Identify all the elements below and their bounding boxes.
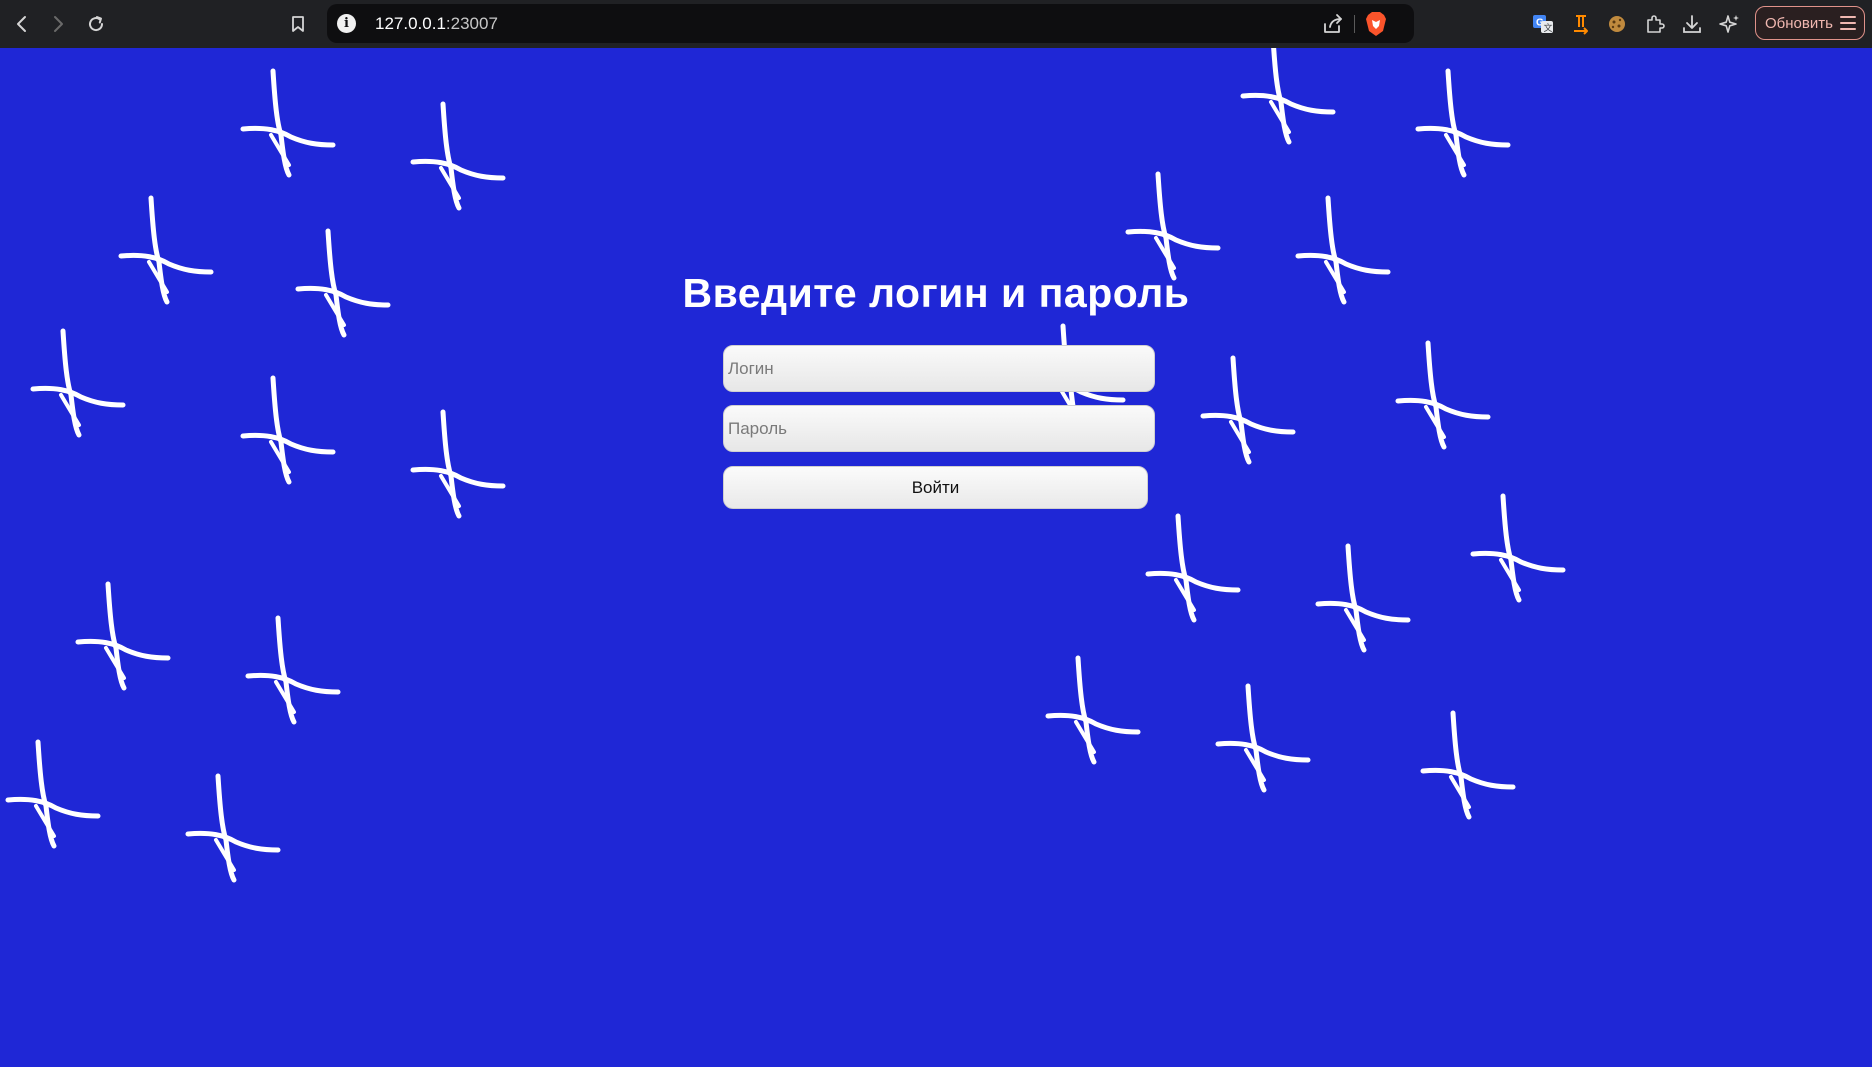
sparkle-decoration	[1420, 710, 1516, 820]
sparkle-decoration	[185, 773, 281, 883]
text-extension-button[interactable]	[1567, 10, 1595, 38]
sparkle-decoration	[1045, 655, 1141, 765]
leo-ai-button[interactable]	[1716, 10, 1744, 38]
downloads-button[interactable]	[1678, 10, 1706, 38]
sparkle-decoration	[1125, 171, 1221, 281]
paragraph-arrow-icon	[1574, 15, 1588, 35]
chevron-left-icon	[17, 16, 26, 32]
page-title: Введите логин и пароль	[682, 270, 1190, 316]
sparkle-decoration	[1395, 340, 1491, 450]
sparkle-decoration	[410, 101, 506, 211]
sparkle-decoration	[410, 409, 506, 519]
address-bar[interactable]: i 127.0.0.1:23007	[327, 4, 1414, 43]
url-host: 127.0.0.1	[375, 14, 446, 33]
puzzle-icon	[1647, 15, 1665, 33]
sparkle-decoration	[1145, 513, 1241, 623]
login-button[interactable]: Войти	[723, 466, 1148, 509]
reload-button[interactable]	[82, 10, 110, 38]
share-icon[interactable]	[1321, 12, 1345, 36]
cookie-icon	[1609, 16, 1625, 32]
sparkle-decoration	[30, 328, 126, 438]
sparkle-decoration	[1315, 543, 1411, 653]
brave-shields-icon[interactable]	[1364, 11, 1388, 37]
forward-button[interactable]	[44, 10, 72, 38]
update-label: Обновить	[1765, 14, 1833, 32]
login-page: Введите логин и пароль Войти	[0, 48, 1872, 1067]
address-bar-divider	[1354, 15, 1355, 33]
bookmark-button[interactable]	[284, 10, 312, 38]
update-browser-button[interactable]: Обновить	[1755, 6, 1865, 40]
hamburger-menu-icon	[1840, 16, 1856, 30]
sparkle-decoration	[75, 581, 171, 691]
decorative-star-pattern	[5, 48, 1566, 883]
cookie-extension-button[interactable]	[1603, 10, 1631, 38]
back-button[interactable]	[8, 10, 36, 38]
sparkle-decoration	[1415, 68, 1511, 178]
download-icon	[1683, 15, 1701, 33]
sparkle-decoration	[1240, 48, 1336, 145]
reload-icon	[89, 16, 104, 32]
translate-icon: G文	[1533, 15, 1553, 34]
browser-toolbar: i 127.0.0.1:23007 G文 Обновить	[0, 0, 1872, 48]
site-info-icon[interactable]: i	[337, 14, 356, 33]
bookmark-icon	[292, 16, 304, 32]
url-text[interactable]: 127.0.0.1:23007	[375, 14, 498, 34]
sparkle-icon	[1719, 15, 1739, 33]
extensions-button[interactable]	[1641, 10, 1669, 38]
sparkle-decoration	[5, 739, 101, 849]
sparkle-decoration	[240, 375, 336, 485]
sparkle-decoration	[1215, 683, 1311, 793]
url-port: :23007	[445, 14, 498, 33]
svg-text:文: 文	[1544, 22, 1553, 34]
sparkle-decoration	[1200, 355, 1296, 465]
password-input[interactable]	[723, 405, 1155, 452]
login-input[interactable]	[723, 345, 1155, 392]
sparkle-decoration	[240, 68, 336, 178]
translate-extension-button[interactable]: G文	[1529, 10, 1557, 38]
chevron-right-icon	[54, 16, 63, 32]
sparkle-decoration	[245, 615, 341, 725]
sparkle-decoration	[1470, 493, 1566, 603]
